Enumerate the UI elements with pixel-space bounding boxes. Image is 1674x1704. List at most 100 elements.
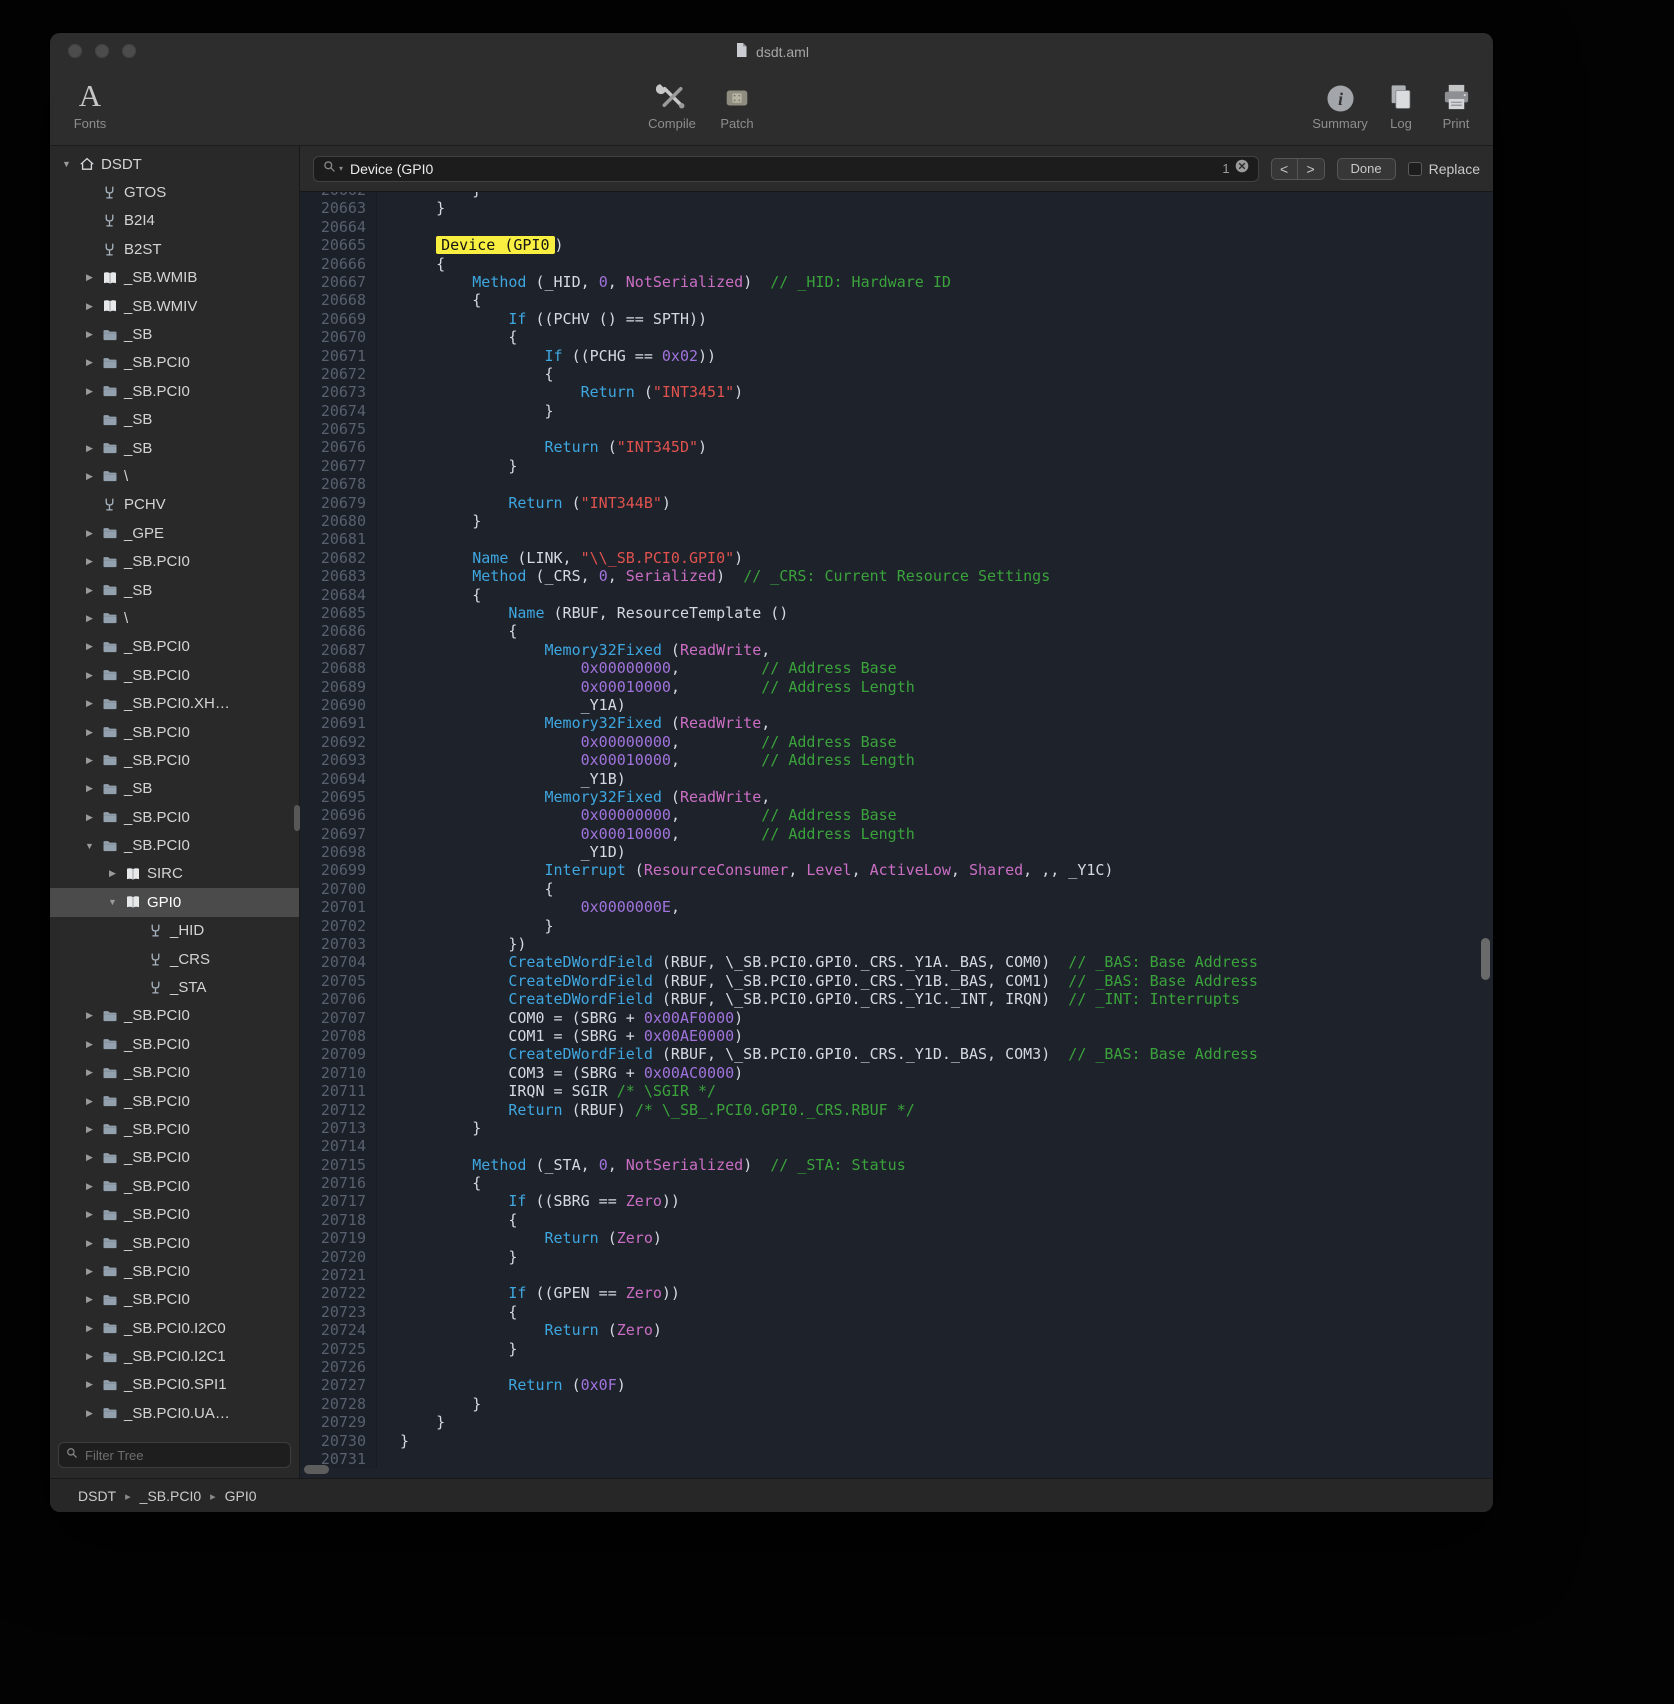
disclosure-open-icon[interactable]: ▼ bbox=[58, 159, 75, 169]
tree-item-sb-pci0[interactable]: ▶_SB.PCI0 bbox=[50, 1144, 299, 1172]
tree-item-sb-pci0[interactable]: ▶_SB.PCI0 bbox=[50, 1229, 299, 1257]
disclosure-closed-icon[interactable]: ▶ bbox=[81, 1209, 98, 1220]
tree-item-sb-pci0-xh[interactable]: ▶_SB.PCI0.XH… bbox=[50, 689, 299, 717]
disclosure-closed-icon[interactable]: ▶ bbox=[81, 812, 98, 823]
tree-item-sta[interactable]: ▶_STA bbox=[50, 973, 299, 1001]
disclosure-closed-icon[interactable]: ▶ bbox=[81, 1067, 98, 1078]
tree-item-sb[interactable]: ▶_SB bbox=[50, 320, 299, 348]
disclosure-closed-icon[interactable]: ▶ bbox=[81, 357, 98, 368]
tree-item-sb[interactable]: ▶_SB bbox=[50, 576, 299, 604]
patch-button[interactable]: Patch bbox=[712, 75, 762, 131]
tree-item-sb-pci0-spi1[interactable]: ▶_SB.PCI0.SPI1 bbox=[50, 1371, 299, 1399]
disclosure-closed-icon[interactable]: ▶ bbox=[81, 1152, 98, 1163]
disclosure-closed-icon[interactable]: ▶ bbox=[81, 386, 98, 397]
tree-item-sb-wmiv[interactable]: ▶_SB.WMIV bbox=[50, 292, 299, 320]
tree-item-sb-pci0[interactable]: ▶_SB.PCI0 bbox=[50, 1286, 299, 1314]
disclosure-closed-icon[interactable]: ▶ bbox=[81, 272, 98, 283]
disclosure-closed-icon[interactable]: ▶ bbox=[81, 1039, 98, 1050]
done-button[interactable]: Done bbox=[1337, 158, 1396, 180]
tree-item-sb-pci0-i2c1[interactable]: ▶_SB.PCI0.I2C1 bbox=[50, 1342, 299, 1370]
filter-tree-field[interactable] bbox=[58, 1442, 291, 1468]
zoom-button[interactable] bbox=[122, 44, 136, 58]
tree-item-root[interactable]: ▶\ bbox=[50, 462, 299, 490]
tree-item-sb-pci0[interactable]: ▶_SB.PCI0 bbox=[50, 746, 299, 774]
clear-search-icon[interactable] bbox=[1235, 159, 1249, 178]
tree-item-crs[interactable]: ▶_CRS bbox=[50, 945, 299, 973]
disclosure-closed-icon[interactable]: ▶ bbox=[81, 1124, 98, 1135]
find-input[interactable] bbox=[348, 160, 1217, 178]
tree-item-sb-pci0[interactable]: ▶_SB.PCI0 bbox=[50, 1172, 299, 1200]
disclosure-closed-icon[interactable]: ▶ bbox=[81, 698, 98, 709]
close-button[interactable] bbox=[68, 44, 82, 58]
tree-item-sb-pci0[interactable]: ▶_SB.PCI0 bbox=[50, 1002, 299, 1030]
tree-item-sb-pci0[interactable]: ▶_SB.PCI0 bbox=[50, 1030, 299, 1058]
tree-item-gpe[interactable]: ▶_GPE bbox=[50, 519, 299, 547]
minimize-button[interactable] bbox=[95, 44, 109, 58]
tree-item-sb-pci0[interactable]: ▶_SB.PCI0 bbox=[50, 1059, 299, 1087]
disclosure-closed-icon[interactable]: ▶ bbox=[81, 1323, 98, 1334]
tree-item-gpi0[interactable]: ▼GPI0 bbox=[50, 888, 299, 916]
tree-item-sb[interactable]: ▶_SB bbox=[50, 434, 299, 462]
disclosure-closed-icon[interactable]: ▶ bbox=[81, 1010, 98, 1021]
tree-item-sb-pci0[interactable]: ▶_SB.PCI0 bbox=[50, 547, 299, 575]
disclosure-closed-icon[interactable]: ▶ bbox=[81, 1238, 98, 1249]
disclosure-closed-icon[interactable]: ▶ bbox=[81, 329, 98, 340]
tree-item-sb-pci0[interactable]: ▶_SB.PCI0 bbox=[50, 1200, 299, 1228]
disclosure-closed-icon[interactable]: ▶ bbox=[81, 641, 98, 652]
tree-item-b2i4[interactable]: ▶B2I4 bbox=[50, 207, 299, 235]
disclosure-closed-icon[interactable]: ▶ bbox=[81, 443, 98, 454]
filter-tree-input[interactable] bbox=[83, 1447, 283, 1464]
tree-item-sb-pci0[interactable]: ▶_SB.PCI0 bbox=[50, 377, 299, 405]
disclosure-open-icon[interactable]: ▼ bbox=[104, 897, 121, 907]
code-editor[interactable]: 20662 }20663 }2066420665 Device (GPI0)20… bbox=[300, 192, 1493, 1478]
print-button[interactable]: Print bbox=[1433, 75, 1479, 131]
disclosure-closed-icon[interactable]: ▶ bbox=[104, 868, 121, 879]
tree-item-root[interactable]: ▶\ bbox=[50, 604, 299, 632]
disclosure-closed-icon[interactable]: ▶ bbox=[81, 670, 98, 681]
disclosure-closed-icon[interactable]: ▶ bbox=[81, 556, 98, 567]
disclosure-closed-icon[interactable]: ▶ bbox=[81, 755, 98, 766]
tree-item-sb-pci0[interactable]: ▼_SB.PCI0 bbox=[50, 831, 299, 859]
find-next-button[interactable]: > bbox=[1298, 158, 1325, 180]
disclosure-closed-icon[interactable]: ▶ bbox=[81, 1294, 98, 1305]
tree-item-sb-wmib[interactable]: ▶_SB.WMIB bbox=[50, 264, 299, 292]
disclosure-closed-icon[interactable]: ▶ bbox=[81, 1351, 98, 1362]
horizontal-scrollbar[interactable] bbox=[304, 1465, 329, 1474]
find-field[interactable]: ▾ 1 bbox=[313, 156, 1259, 182]
tree-item-sb[interactable]: ▶_SB bbox=[50, 775, 299, 803]
disclosure-closed-icon[interactable]: ▶ bbox=[81, 727, 98, 738]
tree-item-sb-pci0[interactable]: ▶_SB.PCI0 bbox=[50, 803, 299, 831]
disclosure-closed-icon[interactable]: ▶ bbox=[81, 1266, 98, 1277]
breadcrumb-item-gpi0[interactable]: GPI0 bbox=[225, 1488, 257, 1504]
chevron-down-icon[interactable]: ▾ bbox=[339, 164, 343, 173]
disclosure-closed-icon[interactable]: ▶ bbox=[81, 585, 98, 596]
tree-item-gtos[interactable]: ▶GTOS bbox=[50, 178, 299, 206]
summary-button[interactable]: i Summary bbox=[1307, 75, 1373, 131]
tree-item-sb[interactable]: ▶_SB bbox=[50, 406, 299, 434]
tree-item-sb-pci0[interactable]: ▶_SB.PCI0 bbox=[50, 661, 299, 689]
tree-item-sb-pci0[interactable]: ▶_SB.PCI0 bbox=[50, 718, 299, 746]
disclosure-closed-icon[interactable]: ▶ bbox=[81, 301, 98, 312]
disclosure-closed-icon[interactable]: ▶ bbox=[81, 1379, 98, 1390]
fonts-button[interactable]: A Fonts bbox=[64, 75, 116, 131]
breadcrumb-item-sb-pci0[interactable]: _SB.PCI0 bbox=[140, 1488, 201, 1504]
compile-button[interactable]: Compile bbox=[642, 75, 702, 131]
disclosure-closed-icon[interactable]: ▶ bbox=[81, 1096, 98, 1107]
disclosure-closed-icon[interactable]: ▶ bbox=[81, 783, 98, 794]
log-button[interactable]: Log bbox=[1381, 75, 1421, 131]
tree-item-hid[interactable]: ▶_HID bbox=[50, 917, 299, 945]
tree-item-sb-pci0-ua[interactable]: ▶_SB.PCI0.UA… bbox=[50, 1399, 299, 1427]
disclosure-closed-icon[interactable]: ▶ bbox=[81, 1181, 98, 1192]
replace-checkbox[interactable] bbox=[1408, 162, 1422, 176]
disclosure-open-icon[interactable]: ▼ bbox=[81, 841, 98, 851]
tree-item-sb-pci0[interactable]: ▶_SB.PCI0 bbox=[50, 349, 299, 377]
pane-splitter-handle[interactable] bbox=[294, 805, 300, 831]
tree-item-sb-pci0[interactable]: ▶_SB.PCI0 bbox=[50, 633, 299, 661]
disclosure-closed-icon[interactable]: ▶ bbox=[81, 613, 98, 624]
tree-item-sb-pci0[interactable]: ▶_SB.PCI0 bbox=[50, 1257, 299, 1285]
find-previous-button[interactable]: < bbox=[1271, 158, 1298, 180]
tree-item-sirc[interactable]: ▶SIRC bbox=[50, 860, 299, 888]
vertical-scrollbar[interactable] bbox=[1481, 938, 1490, 980]
breadcrumb-item-dsdt[interactable]: DSDT bbox=[78, 1488, 116, 1504]
disclosure-closed-icon[interactable]: ▶ bbox=[81, 471, 98, 482]
